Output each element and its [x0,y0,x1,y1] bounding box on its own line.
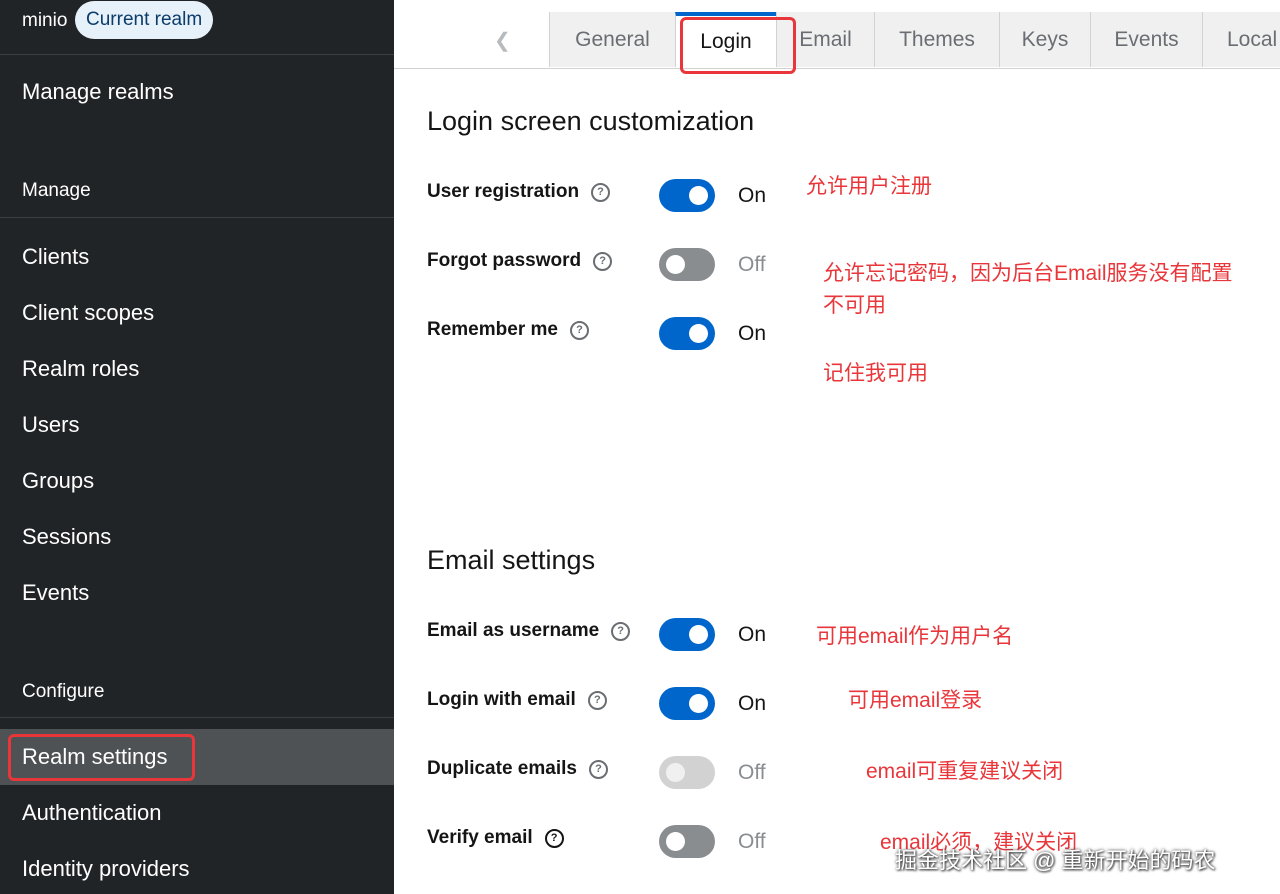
field-label: Duplicate emails? [427,758,608,780]
settings-tabs: ❮ General Login Email Themes Keys Events… [394,0,1280,69]
current-realm-badge: Current realm [75,1,214,39]
tab-events[interactable]: Events [1090,12,1202,67]
switch-state: Off [738,830,766,853]
switch-state: On [738,322,767,345]
manage-section-title: Manage [22,180,91,201]
email-as-username-switch[interactable] [659,618,715,651]
annotation-note: 可用email作为用户名 [816,625,1014,648]
switch-state: On [738,623,767,646]
switch-state: Off [738,761,766,784]
realm-name: minio [22,10,68,31]
field-label: Forgot password? [427,250,613,272]
configure-section-title: Configure [22,681,105,702]
tab-keys[interactable]: Keys [999,12,1090,67]
annotation-note: email可重复建议关闭 [866,760,1064,783]
verify-email-switch[interactable] [659,825,715,858]
help-icon[interactable]: ? [544,829,564,848]
login-section-title: Login screen customization [427,106,755,136]
sidebar-item-clients[interactable]: Clients [22,244,89,270]
duplicate-emails-switch [659,756,715,789]
annotation-note: 允许用户注册 [806,175,932,198]
sidebar-item-sessions[interactable]: Sessions [22,524,111,550]
help-icon[interactable]: ? [588,760,608,779]
sidebar-item-authentication[interactable]: Authentication [22,800,161,826]
sidebar-item-identity-providers[interactable]: Identity providers [22,856,190,882]
field-label: Login with email? [427,689,607,711]
help-icon[interactable]: ? [569,321,589,340]
divider [0,717,394,718]
manage-realms-link[interactable]: Manage realms [22,79,174,105]
help-icon[interactable]: ? [587,691,607,710]
tab-themes[interactable]: Themes [874,12,999,67]
annotation-note: 不可用 [823,294,886,317]
sidebar-item-events[interactable]: Events [22,580,89,606]
sidebar-item-realm-roles[interactable]: Realm roles [22,356,139,382]
switch-state: On [738,692,767,715]
sidebar-item-client-scopes[interactable]: Client scopes [22,300,154,326]
annotation-note: 允许忘记密码，因为后台Email服务没有配置 [823,262,1233,285]
email-section-title: Email settings [427,545,596,575]
login-with-email-switch[interactable] [659,687,715,720]
help-icon[interactable]: ? [593,252,613,271]
help-icon[interactable]: ? [611,622,631,641]
switch-state: Off [738,253,766,276]
field-label: Email as username? [427,620,631,642]
user-registration-switch[interactable] [659,179,715,212]
switch-state: On [738,184,767,207]
sidebar-item-groups[interactable]: Groups [22,468,94,494]
field-label: Verify email? [427,827,564,849]
chevron-left-icon[interactable]: ❮ [494,28,511,53]
realm-selector[interactable]: minio Current realm [0,0,394,55]
field-label: Remember me? [427,319,589,341]
tab-general[interactable]: General [549,12,675,67]
help-icon[interactable]: ? [591,183,611,202]
annotation-note: 可用email登录 [848,689,983,712]
forgot-password-switch[interactable] [659,248,715,281]
tab-localization[interactable]: Local [1202,12,1280,67]
watermark: 掘金技术社区 @ 重新开始的码农 [895,848,1216,873]
annotation-highlight-box [8,734,195,781]
remember-me-switch[interactable] [659,317,715,350]
annotation-note: 记住我可用 [823,362,928,385]
sidebar: minio Current realm Manage realms Manage… [0,0,394,894]
annotation-highlight-box [680,17,796,74]
divider [0,217,394,218]
sidebar-item-users[interactable]: Users [22,412,79,438]
field-label: User registration? [427,181,611,203]
